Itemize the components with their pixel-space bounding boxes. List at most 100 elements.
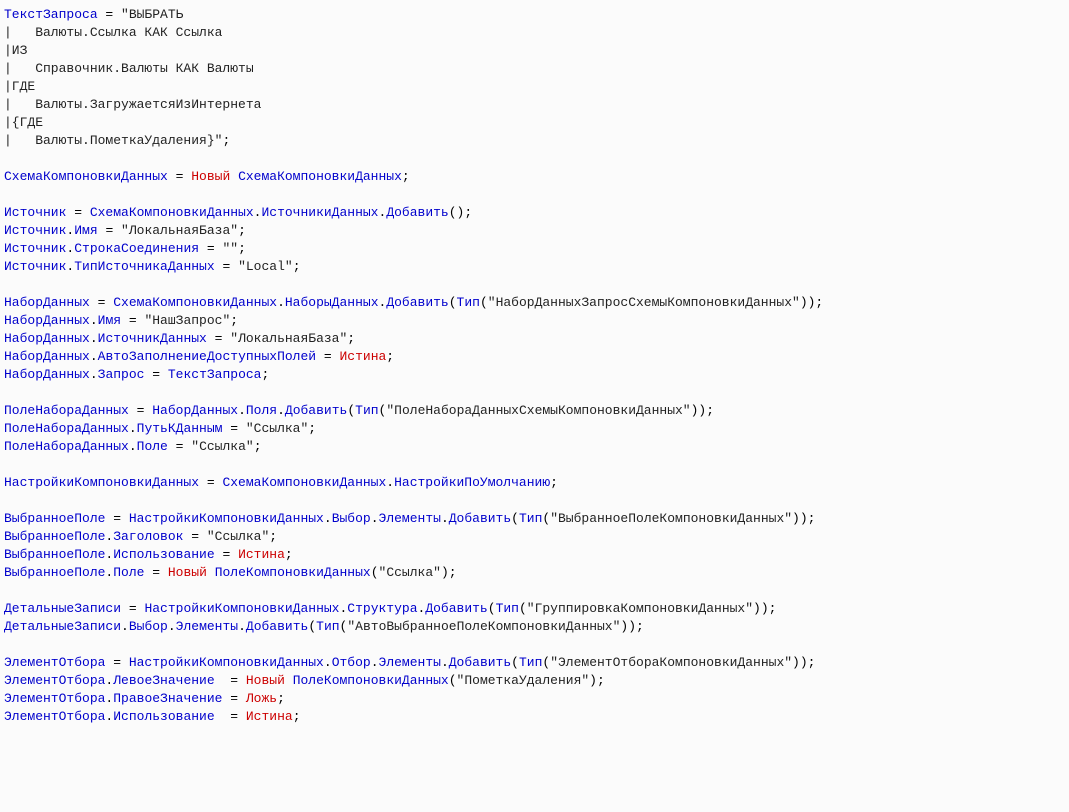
code-token: ; (261, 367, 269, 382)
code-token: . (121, 619, 129, 634)
code-token: ПравоеЗначение (113, 691, 222, 706)
code-token: ; (277, 691, 285, 706)
code-token: = (215, 709, 246, 724)
code-token: . (277, 403, 285, 418)
code-token: "Ссылка" (191, 439, 253, 454)
code-token: |{ГДЕ (4, 115, 43, 130)
code-token: = (98, 223, 121, 238)
code-token: НастройкиКомпоновкиДанных (129, 655, 324, 670)
code-token: = (129, 403, 152, 418)
code-token: ( (511, 511, 519, 526)
code-token: Тип (519, 511, 542, 526)
code-token: НастройкиКомпоновкиДанных (144, 601, 339, 616)
code-token: "АвтоВыбранноеПолеКомпоновкиДанных" (347, 619, 620, 634)
code-token (207, 565, 215, 580)
code-token: . (90, 331, 98, 346)
code-token: . (90, 349, 98, 364)
code-token: Истина (246, 709, 293, 724)
code-token: АвтоЗаполнениеДоступныхПолей (98, 349, 316, 364)
code-token: Истина (339, 349, 386, 364)
code-token: )); (620, 619, 643, 634)
code-token: | Валюты.ПометкаУдаления}" (4, 133, 222, 148)
code-token: . (277, 295, 285, 310)
code-token: НаборыДанных (285, 295, 379, 310)
code-token: ; (402, 169, 410, 184)
code-token: Источник (4, 259, 66, 274)
code-token: НаборДанных (4, 349, 90, 364)
code-token: ; (293, 259, 301, 274)
code-token: НастройкиКомпоновкиДанных (129, 511, 324, 526)
code-token: Добавить (386, 295, 448, 310)
code-token: = (90, 295, 113, 310)
code-token: )); (792, 511, 815, 526)
code-token: = (144, 565, 167, 580)
code-token: ( (488, 601, 496, 616)
code-token: ПолеНабораДанных (4, 439, 129, 454)
code-token: ПолеНабораДанных (4, 421, 129, 436)
code-token: ( (308, 619, 316, 634)
code-token: . (441, 655, 449, 670)
code-token: = (207, 331, 230, 346)
code-token: СхемаКомпоновкиДанных (4, 169, 168, 184)
code-token: Элементы (379, 511, 441, 526)
code-token: НаборДанных (4, 295, 90, 310)
code-token: Поля (246, 403, 277, 418)
code-token: ( (449, 673, 457, 688)
code-token: = (215, 547, 238, 562)
code-token: )); (691, 403, 714, 418)
code-token: Добавить (449, 511, 511, 526)
code-token: = (199, 475, 222, 490)
code-token: Добавить (425, 601, 487, 616)
code-token: Имя (98, 313, 121, 328)
code-token: НастройкиКомпоновкиДанных (4, 475, 199, 490)
code-token: = (199, 241, 222, 256)
code-token: "Ссылка" (246, 421, 308, 436)
code-token: . (324, 655, 332, 670)
code-token: ; (285, 547, 293, 562)
code-token: ИсточникДанных (98, 331, 207, 346)
code-token: Ложь (246, 691, 277, 706)
code-token: | Валюты.Ссылка КАК Ссылка (4, 25, 222, 40)
code-token: = (183, 529, 206, 544)
code-token: "" (222, 241, 238, 256)
code-token: . (371, 511, 379, 526)
code-token: )); (800, 295, 823, 310)
code-token: ; (238, 223, 246, 238)
code-token: "ЛокальнаяБаза" (121, 223, 238, 238)
code-token: "ПометкаУдаления" (457, 673, 590, 688)
code-token: ЭлементОтбора (4, 691, 105, 706)
code-token: "ПолеНабораДанныхСхемыКомпоновкиДанных" (386, 403, 690, 418)
code-token: ПолеКомпоновкиДанных (215, 565, 371, 580)
code-token: ПолеНабораДанных (4, 403, 129, 418)
code-token: ЭлементОтбора (4, 655, 105, 670)
code-token: ВыбранноеПоле (4, 529, 105, 544)
code-token: ( (371, 565, 379, 580)
code-token: |ГДЕ (4, 79, 35, 94)
code-token: "НашЗапрос" (144, 313, 230, 328)
code-token: = (105, 655, 128, 670)
code-token: ; (347, 331, 355, 346)
code-token: "Ссылка" (379, 565, 441, 580)
code-token: = (215, 259, 238, 274)
code-token: ; (386, 349, 394, 364)
code-token: . (371, 655, 379, 670)
code-token: Новый (191, 169, 230, 184)
code-token: ВыбранноеПоле (4, 547, 105, 562)
code-token: Тип (519, 655, 542, 670)
code-token: Использование (113, 709, 214, 724)
code-token: Тип (316, 619, 339, 634)
code-token: Поле (137, 439, 168, 454)
code-token: . (238, 403, 246, 418)
code-token: ( (480, 295, 488, 310)
code-token: ); (441, 565, 457, 580)
code-token: | Валюты.ЗагружаетсяИзИнтернета (4, 97, 261, 112)
code-token: . (129, 439, 137, 454)
code-token: ТипИсточникаДанных (74, 259, 214, 274)
code-token: Элементы (176, 619, 238, 634)
code-token: "ГруппировкаКомпоновкиДанных" (527, 601, 753, 616)
code-token: НаборДанных (4, 331, 90, 346)
code-token: ПутьКДанным (137, 421, 223, 436)
code-token: = (222, 421, 245, 436)
code-token: = (316, 349, 339, 364)
code-token: ТекстЗапроса (4, 7, 98, 22)
